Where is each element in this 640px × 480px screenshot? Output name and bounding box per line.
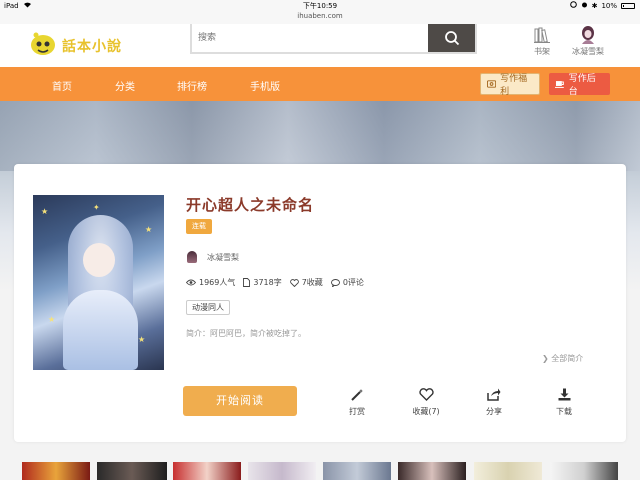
book-title: 开心超人之未命名 bbox=[186, 196, 315, 214]
eye-icon bbox=[186, 279, 196, 286]
alarm-icon bbox=[581, 1, 588, 10]
logo-text: 話本小說 bbox=[62, 39, 122, 55]
chevron-down-icon: ❯ bbox=[542, 354, 549, 363]
user-profile-link[interactable]: 冰凝雪梨 bbox=[563, 26, 613, 57]
author-avatar[interactable] bbox=[187, 251, 197, 263]
cover-star: ★ bbox=[41, 207, 49, 216]
bookshelf-link[interactable]: 书架 bbox=[517, 26, 567, 57]
site-header: 話本小說 书架 冰凝雪梨 bbox=[0, 24, 640, 67]
cover-figure-dress bbox=[63, 290, 138, 370]
magic-wand-icon bbox=[351, 388, 364, 401]
recommended-book-cover[interactable] bbox=[97, 462, 167, 480]
ticket-icon bbox=[487, 80, 497, 88]
url-bar[interactable]: ihuaben.com bbox=[0, 12, 640, 24]
comment-icon bbox=[330, 278, 340, 287]
comments-value: 0评论 bbox=[342, 278, 364, 287]
status-time: 下午10:59 bbox=[302, 2, 338, 10]
download-icon bbox=[558, 388, 570, 401]
recommended-book-cover[interactable] bbox=[323, 462, 391, 480]
stat-word-count: 3718字 bbox=[243, 277, 282, 288]
logo-mascot-icon bbox=[31, 32, 55, 55]
cover-star: ★ bbox=[145, 225, 153, 234]
word-count-value: 3718字 bbox=[253, 278, 282, 287]
user-avatar bbox=[582, 26, 594, 44]
status-badge: 连载 bbox=[186, 219, 212, 234]
author-name[interactable]: 冰凝雪梨 bbox=[207, 252, 239, 263]
expand-intro-link[interactable]: ❯ 全部简介 bbox=[542, 353, 583, 364]
nav-item-ranking[interactable]: 排行榜 bbox=[177, 78, 207, 93]
nav-item-category[interactable]: 分类 bbox=[115, 78, 135, 93]
share-label: 分享 bbox=[486, 407, 502, 416]
book-card: ★ ★ ★ ★ ✦ 开心超人之未命名 连载 冰凝雪梨 1969人气 3718字 … bbox=[14, 164, 626, 442]
writing-benefits-button[interactable]: 写作福利 bbox=[480, 73, 540, 97]
user-name: 冰凝雪梨 bbox=[572, 47, 604, 56]
search-box bbox=[190, 24, 477, 54]
recommended-book-cover[interactable] bbox=[398, 462, 466, 480]
collect-button[interactable]: 收藏(7) bbox=[406, 386, 446, 417]
document-icon bbox=[243, 278, 251, 287]
lock-rotation-icon bbox=[569, 1, 577, 10]
recommended-book-cover[interactable] bbox=[550, 462, 618, 480]
stat-favorites: 7收藏 bbox=[289, 277, 323, 288]
heart-icon bbox=[289, 278, 299, 287]
search-input[interactable] bbox=[196, 27, 426, 49]
recommendation-strip bbox=[0, 462, 640, 480]
cover-figure-face bbox=[83, 243, 115, 277]
recommended-book-cover[interactable] bbox=[22, 462, 90, 480]
writing-backend-button[interactable]: 写作后台 bbox=[549, 73, 610, 97]
bluetooth-icon: ✱ bbox=[591, 1, 598, 10]
recommended-book-cover[interactable] bbox=[173, 462, 241, 480]
status-bar: iPad 下午10:59 ✱ 10% bbox=[0, 0, 640, 12]
site-logo[interactable]: 話本小說 bbox=[28, 29, 138, 59]
nav-item-mobile[interactable]: 手机版 bbox=[250, 78, 280, 93]
share-icon bbox=[487, 388, 501, 401]
battery-icon bbox=[621, 2, 635, 9]
writing-benefits-label: 写作福利 bbox=[500, 74, 528, 97]
heart-icon bbox=[418, 388, 434, 401]
book-stats: 1969人气 3718字 7收藏 0评论 bbox=[186, 277, 364, 288]
stat-comments: 0评论 bbox=[330, 277, 364, 288]
bookshelf-icon bbox=[534, 27, 550, 43]
battery-percent: 10% bbox=[601, 1, 617, 10]
bookshelf-label: 书架 bbox=[534, 47, 550, 56]
cover-star: ✦ bbox=[93, 203, 100, 212]
share-button[interactable]: 分享 bbox=[474, 386, 514, 417]
writing-backend-label: 写作后台 bbox=[568, 74, 596, 97]
recommended-book-cover[interactable] bbox=[474, 462, 542, 480]
main-nav: 首页 分类 排行榜 手机版 写作福利 写作后台 bbox=[0, 67, 640, 101]
book-cover-image[interactable]: ★ ★ ★ ★ ✦ bbox=[33, 195, 164, 370]
collect-label: 收藏(7) bbox=[412, 407, 440, 416]
cover-star: ★ bbox=[138, 335, 146, 344]
download-button[interactable]: 下载 bbox=[544, 386, 584, 417]
status-bar-right: ✱ 10% bbox=[569, 1, 635, 10]
cup-icon bbox=[555, 81, 564, 88]
start-reading-button[interactable]: 开始阅读 bbox=[183, 386, 297, 416]
expand-intro-label: 全部简介 bbox=[551, 354, 584, 363]
nav-item-home[interactable]: 首页 bbox=[52, 78, 72, 93]
search-button[interactable] bbox=[428, 24, 475, 52]
favorites-value: 7收藏 bbox=[301, 278, 323, 287]
reward-button[interactable]: 打赏 bbox=[337, 386, 377, 417]
book-intro: 简介：阿巴阿巴，简介被吃掉了。 bbox=[186, 329, 306, 338]
stat-popularity: 1969人气 bbox=[186, 277, 235, 288]
download-label: 下载 bbox=[556, 407, 572, 416]
genre-tag[interactable]: 动漫同人 bbox=[186, 300, 230, 315]
search-icon bbox=[444, 31, 459, 46]
recommended-book-cover[interactable] bbox=[248, 462, 316, 480]
popularity-value: 1969人气 bbox=[199, 278, 236, 287]
cover-star: ★ bbox=[48, 315, 56, 324]
reward-label: 打赏 bbox=[349, 407, 365, 416]
